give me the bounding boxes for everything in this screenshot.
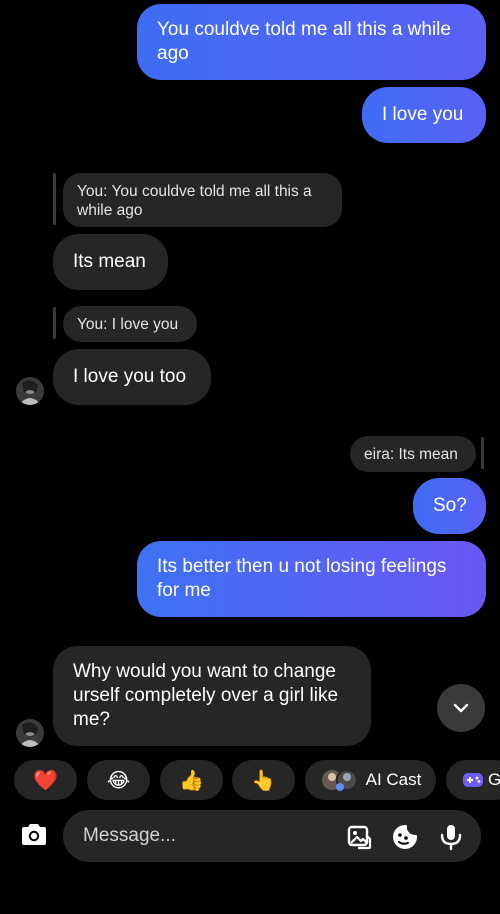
pointing-hand-emoji-icon: 👆 bbox=[251, 769, 276, 792]
camera-button[interactable] bbox=[17, 818, 51, 852]
games-label: G bbox=[488, 770, 500, 789]
message-incoming[interactable]: Why would you want to change urself comp… bbox=[53, 646, 371, 746]
ai-cast-label: AI Cast bbox=[365, 770, 422, 789]
thumbs-up-emoji-icon: 👍 bbox=[179, 769, 204, 792]
message-outgoing[interactable]: Its better then u not losing feelings fo… bbox=[137, 541, 486, 617]
reply-indicator-bar bbox=[53, 173, 56, 225]
heart-emoji-icon: ❤️ bbox=[33, 769, 58, 792]
message-text: I love you bbox=[382, 104, 464, 125]
contact-avatar[interactable] bbox=[16, 719, 44, 747]
ai-cast-button[interactable]: AI Cast bbox=[305, 760, 436, 800]
reply-indicator-bar bbox=[53, 307, 56, 339]
reply-quote[interactable]: eira: Its mean bbox=[350, 436, 476, 472]
reply-quote-text: You: You couldve told me all this a whil… bbox=[77, 183, 312, 219]
message-text: Why would you want to change urself comp… bbox=[73, 661, 339, 730]
sticker-icon bbox=[393, 825, 417, 849]
heart-reaction-button[interactable]: ❤️ bbox=[14, 760, 77, 800]
reply-quote-text: eira: Its mean bbox=[364, 446, 458, 463]
message-text: I love you too bbox=[73, 366, 187, 387]
camera-icon bbox=[22, 824, 46, 845]
message-outgoing[interactable]: You couldve told me all this a while ago bbox=[137, 4, 486, 80]
message-outgoing[interactable]: So? bbox=[413, 478, 486, 534]
contact-avatar[interactable] bbox=[16, 377, 44, 405]
reply-indicator-bar bbox=[481, 437, 484, 469]
reply-quote[interactable]: You: I love you bbox=[63, 306, 197, 342]
message-text: You couldve told me all this a while ago bbox=[157, 19, 451, 64]
sticker-button[interactable] bbox=[391, 823, 419, 851]
voice-message-button[interactable] bbox=[437, 823, 465, 851]
message-text: So? bbox=[433, 495, 467, 516]
games-button[interactable]: G bbox=[446, 760, 500, 800]
gallery-button[interactable] bbox=[345, 823, 373, 851]
laughing-reaction-button[interactable]: 😂 bbox=[87, 760, 150, 800]
message-incoming[interactable]: Its mean bbox=[53, 234, 168, 290]
ai-cast-icon bbox=[320, 767, 360, 793]
laughing-emoji-icon: 😂 bbox=[106, 769, 131, 792]
game-controller-icon bbox=[462, 771, 484, 789]
message-input[interactable] bbox=[83, 810, 323, 862]
message-outgoing[interactable]: I love you bbox=[362, 87, 486, 143]
pointing-hand-reaction-button[interactable]: 👆 bbox=[232, 760, 295, 800]
message-composer bbox=[63, 810, 481, 862]
message-text: Its better then u not losing feelings fo… bbox=[157, 556, 447, 601]
scroll-to-bottom-button[interactable] bbox=[437, 684, 485, 732]
reply-quote[interactable]: You: You couldve told me all this a whil… bbox=[63, 173, 342, 227]
microphone-icon bbox=[440, 825, 462, 851]
thumbs-up-reaction-button[interactable]: 👍 bbox=[160, 760, 223, 800]
reply-quote-text: You: I love you bbox=[77, 316, 179, 333]
gallery-icon bbox=[347, 825, 372, 850]
message-incoming[interactable]: I love you too bbox=[53, 349, 211, 405]
quick-reaction-bar: ❤️ 😂 👍 👆 AI Cast G bbox=[0, 760, 500, 802]
chevron-down-icon bbox=[453, 703, 469, 713]
message-text: Its mean bbox=[73, 251, 146, 272]
